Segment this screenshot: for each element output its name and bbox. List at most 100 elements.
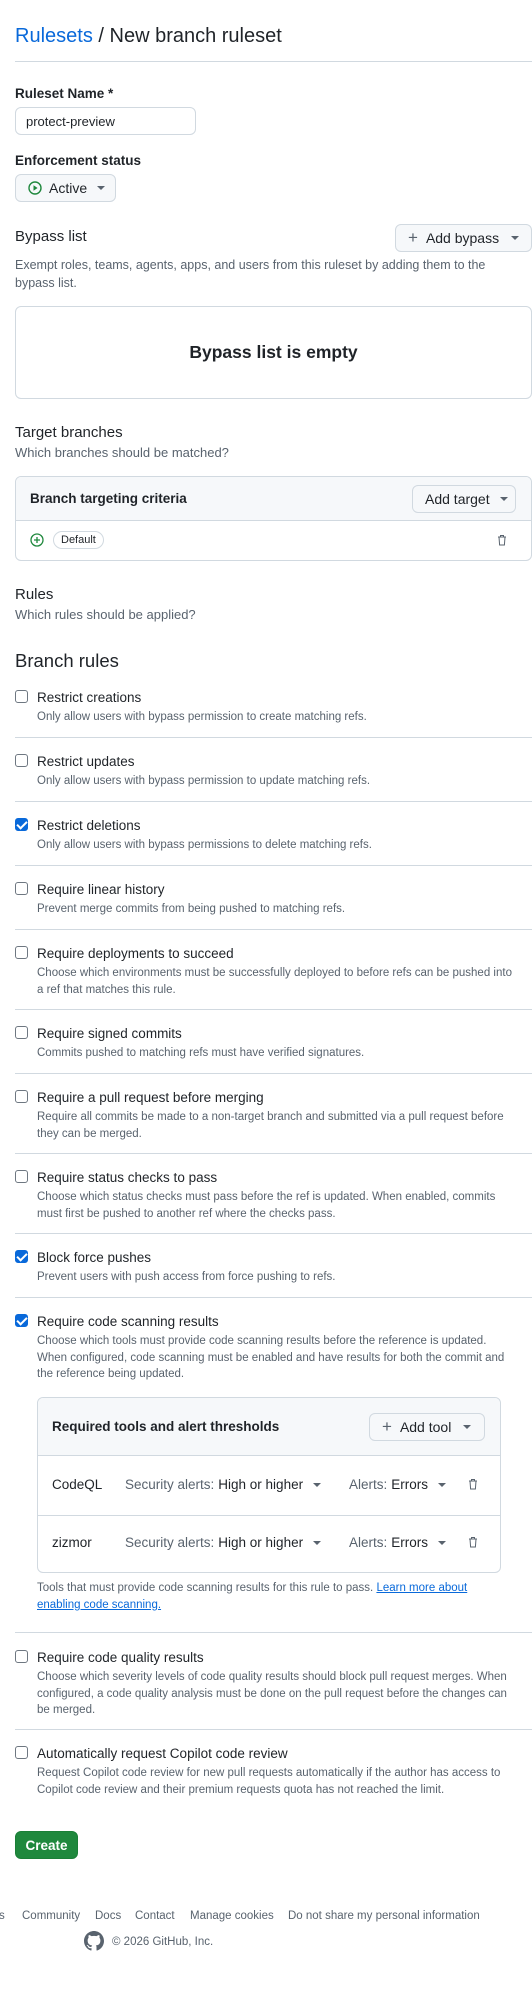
trash-icon[interactable]: [468, 1536, 478, 1548]
rule-checkbox[interactable]: [15, 1170, 28, 1183]
rule-checkbox[interactable]: [15, 1650, 28, 1663]
rule-title: Require linear history: [37, 882, 165, 897]
rule-checkbox[interactable]: [15, 754, 28, 767]
rule-divider: [15, 1073, 532, 1074]
rule-title: Restrict creations: [37, 690, 142, 705]
rule-divider: [15, 1233, 532, 1234]
tool-name: CodeQL: [52, 1477, 103, 1492]
rule-title: Require status checks to pass: [37, 1170, 218, 1185]
rule-description: Prevent merge commits from being pushed …: [37, 903, 346, 915]
alerts-dropdown[interactable]: Alerts: Errors: [349, 1535, 447, 1550]
footer-link-community[interactable]: Community: [22, 1910, 80, 1922]
rule-description: Only allow users with bypass permission …: [37, 711, 367, 723]
plus-circle-icon: [30, 533, 44, 547]
rule-description: Only allow users with bypass permission …: [37, 775, 371, 787]
security-alerts-dropdown[interactable]: Security alerts: High or higher: [125, 1535, 322, 1550]
rule-checkbox[interactable]: [15, 1026, 28, 1039]
ruleset-name-value: protect-preview: [26, 114, 115, 129]
rule-divider: [15, 1729, 532, 1730]
rule-checkbox[interactable]: [15, 882, 28, 895]
footer-link-contact[interactable]: Contact: [135, 1910, 175, 1922]
create-button[interactable]: Create: [15, 1831, 78, 1859]
rule-description: Require all commits be made to a non-tar…: [37, 1111, 504, 1140]
bypass-title: Bypass list: [15, 228, 87, 245]
target-branches-title: Target branches: [15, 424, 123, 441]
rule-checkbox[interactable]: [15, 690, 28, 703]
code-scanning-note-text: Tools that must provide code scanning re…: [37, 1582, 374, 1594]
rule-divider: [15, 801, 532, 802]
tools-header-label: Required tools and alert thresholds: [52, 1419, 280, 1434]
alerts-value: Errors: [391, 1535, 429, 1550]
enforcement-label: Enforcement status: [15, 153, 142, 168]
breadcrumb-separator: /: [98, 25, 104, 47]
rule-description: Request Copilot code review for new pull…: [37, 1767, 501, 1796]
footer-link-partial[interactable]: s: [0, 1910, 5, 1922]
chevron-down-icon: [463, 1425, 472, 1429]
rule-title: Automatically request Copilot code revie…: [37, 1746, 288, 1761]
rule-checkbox[interactable]: [15, 946, 28, 959]
rule-description: Choose which status checks must pass bef…: [37, 1191, 496, 1220]
rule-divider: [15, 1153, 532, 1154]
rule-description: Choose which tools must provide code sca…: [37, 1335, 505, 1380]
rule-divider: [15, 737, 532, 738]
chevron-down-icon: [511, 236, 520, 240]
bypass-description: Exempt roles, teams, agents, apps, and u…: [15, 258, 486, 290]
ruleset-name-input[interactable]: protect-preview: [15, 107, 196, 135]
bypass-empty-box: Bypass list is empty: [15, 306, 532, 399]
footer-link-manage-cookies[interactable]: Manage cookies: [190, 1910, 274, 1922]
rule-divider: [15, 1009, 532, 1010]
trash-icon[interactable]: [497, 534, 507, 546]
rules-title: Rules: [15, 586, 54, 603]
chevron-down-icon: [313, 1540, 322, 1545]
breadcrumb-rulesets-link[interactable]: Rulesets: [15, 25, 93, 47]
add-bypass-button[interactable]: + Add bypass: [395, 224, 532, 252]
rule-title: Block force pushes: [37, 1250, 152, 1265]
footer-link-do-not-share[interactable]: Do not share my personal information: [288, 1910, 480, 1922]
rule-checkbox[interactable]: [15, 1090, 28, 1103]
add-target-button[interactable]: Add target: [412, 485, 516, 513]
rule-checkbox[interactable]: [15, 1746, 28, 1759]
rule-checkbox[interactable]: [15, 1250, 28, 1263]
rule-description: Commits pushed to matching refs must hav…: [37, 1047, 365, 1059]
alerts-value: Errors: [391, 1477, 429, 1492]
security-alerts-value: High or higher: [218, 1535, 304, 1550]
branch-rules-title: Branch rules: [15, 650, 119, 671]
play-circle-icon: [28, 181, 42, 195]
rule-title: Restrict updates: [37, 754, 135, 769]
create-label: Create: [25, 1837, 68, 1853]
bypass-empty-text: Bypass list is empty: [189, 342, 358, 362]
rule-divider: [15, 1632, 532, 1633]
footer-copyright: © 2026 GitHub, Inc.: [112, 1936, 214, 1948]
chevron-down-icon: [499, 497, 508, 501]
page-title: New branch ruleset: [109, 25, 282, 47]
security-alerts-label: Security alerts:: [125, 1535, 215, 1550]
rule-divider: [15, 1297, 532, 1298]
target-default-badge: Default: [53, 531, 104, 549]
code-scanning-note: Tools that must provide code scanning re…: [37, 1580, 502, 1613]
alerts-label: Alerts:: [349, 1477, 388, 1492]
rule-checkbox[interactable]: [15, 818, 28, 831]
plus-icon: +: [408, 228, 418, 247]
rule-description: Choose which environments must be succes…: [37, 967, 512, 996]
chevron-down-icon: [438, 1540, 447, 1545]
add-tool-button[interactable]: + Add tool: [369, 1413, 485, 1441]
alerts-dropdown[interactable]: Alerts: Errors: [349, 1477, 447, 1492]
rule-title: Require deployments to succeed: [37, 946, 234, 961]
footer-link-docs[interactable]: Docs: [95, 1910, 121, 1922]
github-logo-icon[interactable]: [84, 1931, 104, 1951]
security-alerts-dropdown[interactable]: Security alerts: High or higher: [125, 1477, 322, 1492]
code-scanning-tools-box: Required tools and alert thresholds + Ad…: [37, 1397, 501, 1573]
rules-subtitle: Which rules should be applied?: [15, 607, 196, 622]
ruleset-name-label: Ruleset Name *: [15, 86, 114, 101]
trash-icon[interactable]: [468, 1478, 478, 1490]
rule-divider: [15, 865, 532, 866]
rule-description: Prevent users with push access from forc…: [37, 1271, 336, 1283]
rule-title: Restrict deletions: [37, 818, 141, 833]
enforcement-value: Active: [49, 180, 88, 196]
enforcement-dropdown[interactable]: Active: [15, 174, 116, 202]
header-divider: [15, 61, 532, 62]
plus-icon: +: [382, 1417, 392, 1436]
rule-title: Require signed commits: [37, 1026, 182, 1041]
rule-title: Require a pull request before merging: [37, 1090, 264, 1105]
rule-checkbox[interactable]: [15, 1314, 28, 1327]
